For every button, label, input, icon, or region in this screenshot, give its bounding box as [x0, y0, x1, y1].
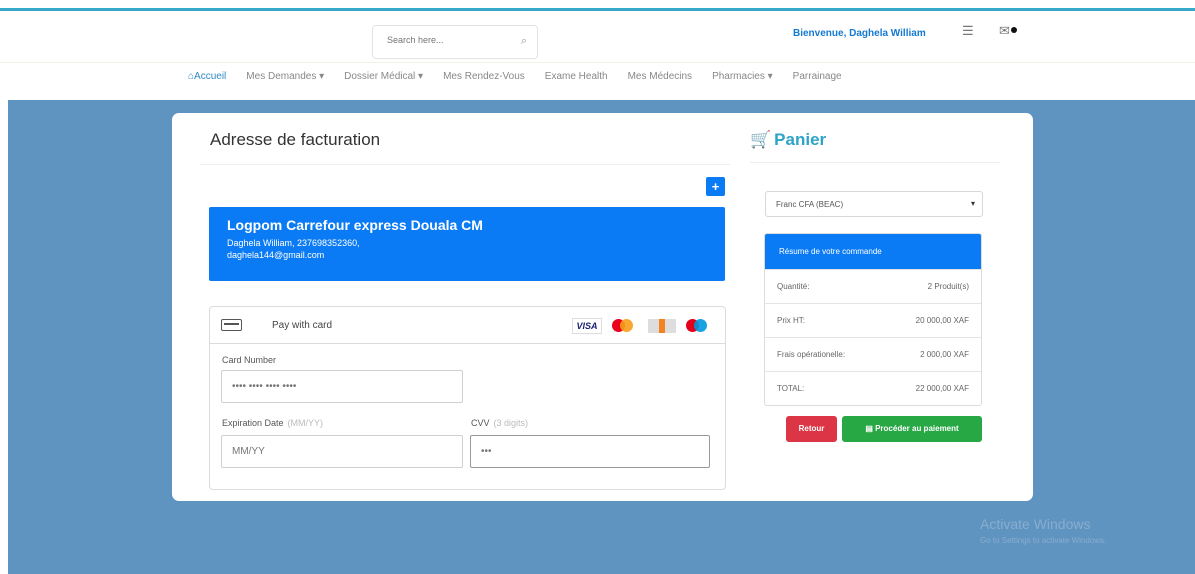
summary-label: Frais opérationelle:: [777, 350, 846, 359]
nav-item-exame-health[interactable]: Exame Health: [545, 71, 608, 82]
welcome-text: Bienvenue, Daghela William: [793, 28, 926, 39]
pay-with-card-label: Pay with card: [272, 320, 333, 331]
watermark-subtitle: Go to Settings to activate Windows.: [980, 536, 1107, 545]
mail-icon[interactable]: ✉: [999, 23, 1010, 39]
header: ⌕ Bienvenue, Daghela William ☰ ✉ ⌂Accuei…: [0, 11, 1195, 100]
address-card[interactable]: Logpom Carrefour express Douala CM Daghe…: [209, 207, 725, 281]
expiration-date-input[interactable]: [221, 435, 463, 468]
address-name: Logpom Carrefour express Douala CM: [227, 217, 483, 233]
summary-row-price: Prix HT: 20 000,00 XAF: [765, 303, 981, 337]
summary-value: 22 000,00 XAF: [915, 384, 969, 393]
cart-title-text: Panier: [774, 130, 827, 149]
nav-item-dossier-medical[interactable]: Dossier Médical ▾: [344, 71, 423, 82]
summary-value: 2 000,00 XAF: [920, 350, 969, 359]
currency-select[interactable]: Franc CFA (BEAC) ▾: [765, 191, 983, 217]
payment-icon: ▤: [865, 424, 876, 433]
windows-activation-watermark: Activate Windows Go to Settings to activ…: [980, 516, 1106, 545]
visa-icon: VISA: [572, 318, 602, 334]
summary-row-quantity: Quantité: 2 Produit(s): [765, 269, 981, 303]
summary-row-total: TOTAL: 22 000,00 XAF: [765, 371, 981, 405]
order-summary-title: Résume de votre commande: [765, 234, 981, 269]
payment-header: Pay with card VISA: [210, 307, 725, 344]
chevron-down-icon: ▾: [970, 199, 975, 208]
summary-row-fees: Frais opérationelle: 2 000,00 XAF: [765, 337, 981, 371]
nav-item-parrainage[interactable]: Parrainage: [793, 71, 842, 82]
checkout-card: Adresse de facturation + Logpom Carrefou…: [172, 113, 1033, 501]
address-contact: Daghela William, 237698352360,: [227, 238, 360, 248]
nav-divider: [0, 62, 1195, 63]
summary-label: TOTAL:: [777, 384, 805, 393]
cvv-text: CVV: [471, 418, 490, 428]
nav-item-pharmacies[interactable]: Pharmacies ▾: [712, 71, 773, 82]
expiration-date-label: Expiration Date (MM/YY): [222, 418, 323, 428]
proceed-payment-button[interactable]: ▤ Procéder au paiement: [842, 416, 982, 442]
watermark-title: Activate Windows: [980, 516, 1091, 532]
summary-label: Quantité:: [777, 282, 810, 291]
currency-value: Franc CFA (BEAC): [776, 200, 844, 209]
credit-card-icon: [221, 319, 242, 331]
add-address-button[interactable]: +: [706, 177, 725, 196]
billing-divider: [200, 164, 730, 165]
cvv-label: CVV (3 digits): [471, 418, 528, 428]
nav-item-rendez-vous[interactable]: Mes Rendez-Vous: [443, 71, 525, 82]
billing-title: Adresse de facturation: [210, 130, 381, 149]
main-nav: ⌂Accueil Mes Demandes ▾ Dossier Médical …: [188, 71, 862, 82]
back-button[interactable]: Retour: [786, 416, 837, 442]
order-summary: Résume de votre commande Quantité: 2 Prod…: [764, 233, 982, 406]
search-icon[interactable]: ⌕: [521, 35, 527, 48]
address-email: daghela144@gmail.com: [227, 250, 325, 260]
cart-divider: [750, 162, 1000, 163]
payment-form: Pay with card VISA Card Number Expiratio…: [209, 306, 726, 490]
card-number-input[interactable]: [221, 370, 463, 403]
summary-label: Prix HT:: [777, 316, 805, 325]
notification-dot: [1011, 27, 1017, 33]
cvv-hint: (3 digits): [493, 418, 529, 428]
nav-item-label: Accueil: [194, 71, 227, 82]
search-input[interactable]: [387, 35, 507, 45]
nav-item-mes-medecins[interactable]: Mes Médecins: [628, 71, 692, 82]
expiration-hint: (MM/YY): [287, 418, 324, 428]
maestro-icon: [686, 318, 714, 334]
nav-item-accueil[interactable]: ⌂Accueil: [188, 71, 226, 82]
cart-title: 🛒 Panier: [750, 130, 826, 150]
menu-list-icon[interactable]: ☰: [962, 23, 974, 39]
expiration-date-text: Expiration Date: [222, 418, 284, 428]
summary-value: 2 Produit(s): [927, 282, 969, 291]
cvv-input[interactable]: [470, 435, 710, 468]
search-box[interactable]: ⌕: [372, 25, 538, 59]
proceed-payment-label: Procéder au paiement: [875, 424, 959, 433]
card-number-label: Card Number: [222, 355, 277, 365]
nav-item-mes-demandes[interactable]: Mes Demandes ▾: [246, 71, 324, 82]
cart-icon: 🛒: [750, 130, 772, 149]
discover-icon: [648, 319, 676, 333]
summary-value: 20 000,00 XAF: [915, 316, 969, 325]
mastercard-icon: [612, 318, 640, 334]
